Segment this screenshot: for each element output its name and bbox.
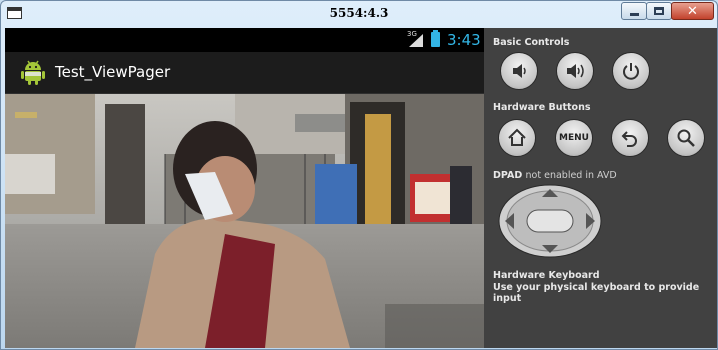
status-clock: 3:43 [447, 31, 481, 49]
volume-down-button[interactable] [500, 52, 538, 90]
home-button[interactable] [498, 119, 536, 157]
app-title: Test_ViewPager [55, 63, 171, 81]
minimize-button[interactable] [621, 2, 647, 20]
minimize-icon [629, 12, 639, 16]
menu-button-label: MENU [559, 133, 589, 143]
basic-controls-label: Basic Controls [493, 37, 570, 48]
hardware-keyboard-hint: Use your physical keyboard to provide in… [493, 282, 700, 304]
status-bar: 3G 3:43 [5, 28, 484, 52]
android-robot-icon [21, 60, 45, 85]
power-icon [623, 63, 639, 80]
action-bar: Test_ViewPager [5, 52, 484, 94]
emulator-control-panel: Basic Controls Hardware Buttons MENU DPA… [484, 28, 717, 348]
back-icon [621, 131, 637, 147]
emulator-window: 5554:4.3 ✕ 3G 3:43 Test_ViewPager Basic … [0, 0, 718, 350]
window-title: 5554:4.3 [329, 6, 389, 20]
viewpager-photo[interactable] [5, 94, 484, 348]
dpad-label-bold: DPAD [493, 170, 523, 181]
title-bar[interactable]: 5554:4.3 ✕ [1, 1, 717, 28]
dpad-control[interactable] [497, 183, 603, 259]
close-button[interactable]: ✕ [671, 2, 714, 20]
maximize-icon [654, 7, 664, 15]
home-icon [508, 128, 526, 146]
hardware-buttons-label: Hardware Buttons [493, 102, 591, 113]
close-icon: ✕ [687, 3, 698, 19]
dpad-label: DPAD not enabled in AVD [493, 170, 617, 181]
volume-up-button[interactable] [556, 52, 594, 90]
search-icon [677, 129, 695, 147]
battery-icon [431, 30, 440, 47]
power-button[interactable] [612, 52, 650, 90]
dpad-label-rest: not enabled in AVD [525, 170, 617, 181]
hardware-keyboard-title: Hardware Keyboard [493, 270, 600, 281]
volume-down-icon [513, 64, 526, 78]
search-button[interactable] [667, 119, 705, 157]
device-screen[interactable]: 3G 3:43 Test_ViewPager [5, 28, 484, 348]
back-button[interactable] [611, 119, 649, 157]
signal-icon [409, 34, 423, 47]
menu-button[interactable]: MENU [555, 119, 593, 157]
maximize-button[interactable] [646, 2, 672, 20]
volume-up-icon [567, 64, 584, 78]
